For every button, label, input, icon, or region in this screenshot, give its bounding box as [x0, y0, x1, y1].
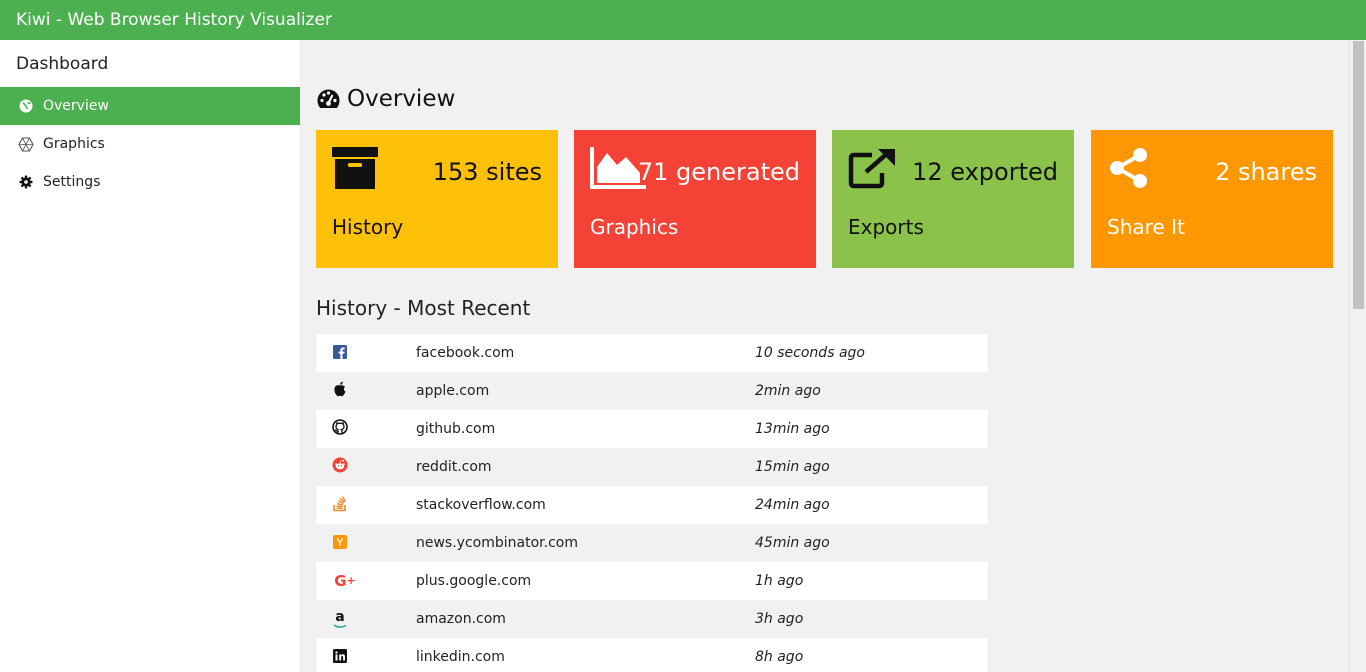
table-row[interactable]: stackoverflow.com 24min ago [316, 486, 988, 524]
history-time: 2min ago [755, 383, 821, 399]
facebook-icon [332, 344, 348, 360]
history-time: 45min ago [755, 535, 830, 551]
sidebar-item-settings[interactable]: Settings [0, 163, 300, 201]
dashboard-gauge-icon [316, 88, 341, 110]
graphics-card-label: Graphics [590, 215, 679, 239]
app-title-bar: Kiwi - Web Browser History Visualizer [0, 0, 1366, 40]
table-row[interactable]: github.com 13min ago [316, 410, 988, 448]
sidebar-item-overview[interactable]: Overview [0, 87, 300, 125]
amazon-icon: a [332, 610, 348, 629]
history-site: apple.com [416, 383, 490, 399]
history-time: 1h ago [755, 573, 804, 589]
sidebar-item-label: Graphics [43, 136, 105, 152]
table-row[interactable]: reddit.com 15min ago [316, 448, 988, 486]
graphics-card[interactable]: 71 generated Graphics [574, 130, 816, 268]
history-site: amazon.com [416, 611, 506, 627]
reddit-icon [332, 457, 348, 473]
external-link-icon [848, 147, 898, 193]
page-title: Overview [316, 86, 455, 112]
app-title: Kiwi - Web Browser History Visualizer [16, 10, 332, 30]
history-site: linkedin.com [416, 649, 505, 665]
history-site: news.ycombinator.com [416, 535, 578, 551]
sidebar-heading: Dashboard [16, 53, 109, 74]
share-icon [1107, 147, 1151, 195]
history-site: reddit.com [416, 459, 492, 475]
apple-icon [332, 381, 348, 397]
share-card-label: Share It [1107, 215, 1185, 239]
history-count: 153 sites [432, 158, 542, 186]
history-site: plus.google.com [416, 573, 532, 589]
archive-box-icon [332, 147, 378, 193]
graphics-count: 71 generated [637, 158, 800, 186]
history-time: 15min ago [755, 459, 830, 475]
table-row[interactable]: linkedin.com 8h ago [316, 638, 988, 672]
github-icon [332, 419, 348, 435]
exports-card-label: Exports [848, 215, 924, 239]
sidebar-item-graphics[interactable]: Graphics [0, 125, 300, 163]
exports-count: 12 exported [912, 158, 1058, 186]
history-site: github.com [416, 421, 496, 437]
shares-count: 2 shares [1215, 158, 1317, 186]
history-card[interactable]: 153 sites History [316, 130, 558, 268]
sidebar-item-label: Settings [43, 174, 101, 190]
stackoverflow-icon [332, 495, 348, 511]
history-time: 13min ago [755, 421, 830, 437]
history-site: facebook.com [416, 345, 515, 361]
history-site: stackoverflow.com [416, 497, 546, 513]
history-time: 10 seconds ago [755, 345, 865, 361]
history-time: 8h ago [755, 649, 804, 665]
linkedin-icon [332, 648, 348, 664]
table-row[interactable]: G + plus.google.com 1h ago [316, 562, 988, 600]
history-section-title: History - Most Recent [316, 296, 531, 320]
table-row[interactable]: facebook.com 10 seconds ago [316, 334, 988, 372]
table-row[interactable]: apple.com 2min ago [316, 372, 988, 410]
scrollbar-thumb[interactable] [1353, 41, 1364, 309]
globe-icon [18, 98, 34, 114]
google-plus-icon: G + [334, 571, 356, 590]
sidebar-item-label: Overview [43, 98, 109, 114]
table-row[interactable]: news.ycombinator.com 45min ago [316, 524, 988, 562]
page-scrollbar[interactable] [1349, 40, 1366, 672]
stats-cards: 153 sites History 71 generated Graphics … [316, 130, 1333, 268]
sidebar: Dashboard Overview Graphics Settings [0, 40, 300, 672]
history-card-label: History [332, 215, 404, 239]
table-row[interactable]: a amazon.com 3h ago [316, 600, 988, 638]
hexagon-icon [18, 136, 34, 152]
gear-icon [18, 174, 34, 190]
history-time: 24min ago [755, 497, 830, 513]
history-table: facebook.com 10 seconds ago apple.com 2m… [316, 334, 988, 672]
ycombinator-icon [332, 534, 348, 550]
exports-card[interactable]: 12 exported Exports [832, 130, 1074, 268]
share-card[interactable]: 2 shares Share It [1091, 130, 1333, 268]
page-title-text: Overview [347, 86, 456, 112]
history-time: 3h ago [755, 611, 804, 627]
